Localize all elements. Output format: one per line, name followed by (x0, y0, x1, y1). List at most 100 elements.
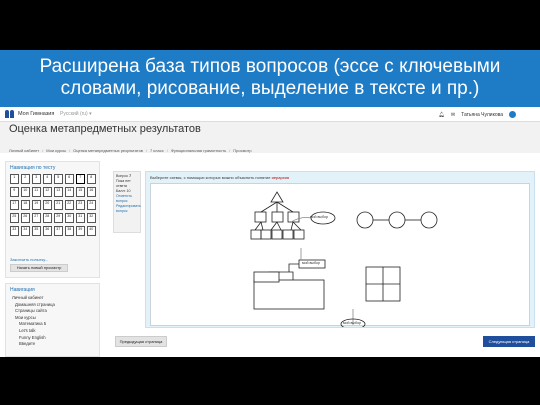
question-nav-button[interactable]: 13 (54, 187, 63, 197)
diagram-drawing (250, 191, 438, 327)
question-grid: 1 2 3 4 5 6 7 8 9 10 11 12 13 14 15 16 17 18 19 20 21 22 23 24 2… (10, 174, 96, 236)
navigation-title: Навигация (10, 287, 35, 293)
site-logo-icon[interactable] (5, 110, 14, 118)
navigation-item[interactable]: Личный кабинет (12, 295, 99, 302)
next-page-button[interactable]: Следующая страница (483, 336, 535, 347)
question-label: Вопрос (116, 174, 129, 178)
breadcrumb-separator: / (229, 148, 231, 153)
slide: Расширена база типов вопросов (эссе с кл… (0, 0, 540, 405)
question-nav-button[interactable]: 16 (87, 187, 96, 197)
question-nav-button[interactable]: 39 (76, 226, 85, 236)
breadcrumb-separator: / (69, 148, 71, 153)
breadcrumb-item[interactable]: Личный кабинет (9, 148, 39, 153)
question-nav-button[interactable]: 22 (65, 200, 74, 210)
question-nav-button[interactable]: 1 (10, 174, 19, 184)
question-nav-button[interactable]: 4 (43, 174, 52, 184)
question-nav-button[interactable]: 6 (65, 174, 74, 184)
navigation-item[interactable]: Математика 5 (12, 321, 99, 328)
page-title: Оценка метапредметных результатов (9, 123, 201, 135)
breadcrumb-item[interactable]: Просмотр (233, 148, 251, 153)
drawing-canvas[interactable]: мой выбор мой выбор мой выбор (150, 183, 530, 327)
question-nav-button[interactable]: 38 (65, 226, 74, 236)
question-nav-button[interactable]: 20 (43, 200, 52, 210)
question-nav-button[interactable]: 37 (54, 226, 63, 236)
flag-question-link[interactable]: Отметить вопрос (116, 194, 138, 204)
previous-page-button[interactable]: Предыдущая страница (115, 336, 167, 347)
drawing-label: мой выбор (343, 321, 362, 325)
chat-icon[interactable]: ✉︎ (451, 112, 455, 118)
question-keyword: иерархия (271, 175, 290, 180)
question-nav-button[interactable]: 10 (21, 187, 30, 197)
question-nav-button[interactable]: 21 (54, 200, 63, 210)
drawing-label: мой выбор (310, 215, 329, 219)
navigation-block: Навигация Личный кабинет Домашняя страниц… (5, 283, 100, 357)
breadcrumb-item[interactable]: Функциональная грамотность (171, 148, 226, 153)
navigation-item[interactable]: Funny English (12, 335, 99, 342)
navigation-item[interactable]: Страницы сайта (12, 308, 99, 315)
language-menu[interactable]: Русский (ru) ▾ (60, 111, 92, 117)
question-nav-button[interactable]: 26 (21, 213, 30, 223)
question-nav-button[interactable]: 15 (76, 187, 85, 197)
question-nav-button[interactable]: 24 (87, 200, 96, 210)
question-nav-button[interactable]: 8 (87, 174, 96, 184)
bell-icon[interactable]: 🔔︎ (439, 112, 445, 118)
navigation-item[interactable]: Введите (12, 341, 99, 348)
navigation-item[interactable]: Домашняя страница (12, 302, 99, 309)
breadcrumb: Личный кабинет / Мои курсы / Оценка метапред… (9, 148, 252, 153)
avatar[interactable] (509, 111, 516, 118)
breadcrumb-separator: / (166, 148, 168, 153)
chain-diagram (356, 211, 438, 229)
question-nav-button[interactable]: 14 (65, 187, 74, 197)
question-nav-button[interactable]: 28 (43, 213, 52, 223)
breadcrumb-item[interactable]: Мои курсы (46, 148, 66, 153)
screenshot: Моя Гимназия Русский (ru) ▾ 🔔︎ ✉︎ Татьян… (0, 107, 540, 357)
question-nav-button[interactable]: 7 (76, 174, 85, 184)
site-name[interactable]: Моя Гимназия (18, 111, 54, 117)
question-nav-button[interactable]: 2 (21, 174, 30, 184)
question-nav-button[interactable]: 23 (76, 200, 85, 210)
question-nav-button[interactable]: 35 (32, 226, 41, 236)
question-nav-button[interactable]: 36 (43, 226, 52, 236)
question-nav-button[interactable]: 31 (76, 213, 85, 223)
question-nav-button[interactable]: 27 (32, 213, 41, 223)
question-nav-button[interactable]: 32 (87, 213, 96, 223)
question-panel: Выберите схемы, с помощью которых можно … (145, 171, 535, 328)
breadcrumb-separator: / (145, 148, 148, 153)
question-info: Вопрос 7 Пока нет ответа Балл: 10 Отмети… (113, 171, 141, 233)
edit-question-link[interactable]: Редактировать вопрос (116, 204, 141, 214)
question-status: Пока нет ответа (116, 179, 131, 188)
finish-attempt-link[interactable]: Закончить попытку... (10, 257, 48, 262)
question-nav-button[interactable]: 19 (32, 200, 41, 210)
question-nav-button[interactable]: 12 (43, 187, 52, 197)
question-nav-button[interactable]: 34 (21, 226, 30, 236)
slide-heading-line1: Расширена база типов вопросов (эссе с кл… (39, 56, 501, 77)
question-nav-button[interactable]: 5 (54, 174, 63, 184)
quiz-navigation-title: Навигация по тесту (10, 165, 56, 171)
question-nav-button[interactable]: 3 (32, 174, 41, 184)
navigation-item[interactable]: Let’s talk (12, 328, 99, 335)
question-nav-button[interactable]: 33 (10, 226, 19, 236)
navigation-list: Личный кабинет Домашняя страница Страницы … (6, 295, 99, 348)
breadcrumb-item[interactable]: 7 класс (150, 148, 164, 153)
slide-heading: Расширена база типов вопросов (эссе с кл… (0, 50, 540, 107)
question-nav-button[interactable]: 25 (10, 213, 19, 223)
question-nav-button[interactable]: 30 (65, 213, 74, 223)
quiz-navigation-block: Навигация по тесту 1 2 3 4 5 6 7 8 9 10 11 12 13 14 15… (5, 161, 100, 278)
new-attempt-button[interactable]: Начать новый просмотр (10, 264, 68, 272)
question-nav-button[interactable]: 17 (10, 200, 19, 210)
slide-heading-line2: словами, рисование, выделение в тексте и… (60, 78, 480, 99)
user-name[interactable]: Татьяна Чуликова (461, 112, 503, 118)
question-nav-button[interactable]: 18 (21, 200, 30, 210)
top-navbar: Моя Гимназия Русский (ru) ▾ 🔔︎ ✉︎ Татьян… (0, 107, 540, 122)
question-number: 7 (129, 174, 132, 178)
grid-diagram (365, 266, 401, 302)
block-diagram (253, 248, 326, 310)
question-nav-button[interactable]: 29 (54, 213, 63, 223)
breadcrumb-separator: / (42, 148, 44, 153)
navigation-item[interactable]: Мои курсы (12, 315, 99, 322)
question-nav-button[interactable]: 40 (87, 226, 96, 236)
question-nav-button[interactable]: 11 (32, 187, 41, 197)
question-nav-button[interactable]: 9 (10, 187, 19, 197)
breadcrumb-item[interactable]: Оценка метапредметных результатов (73, 148, 143, 153)
drawing-label: мой выбор (302, 261, 321, 265)
